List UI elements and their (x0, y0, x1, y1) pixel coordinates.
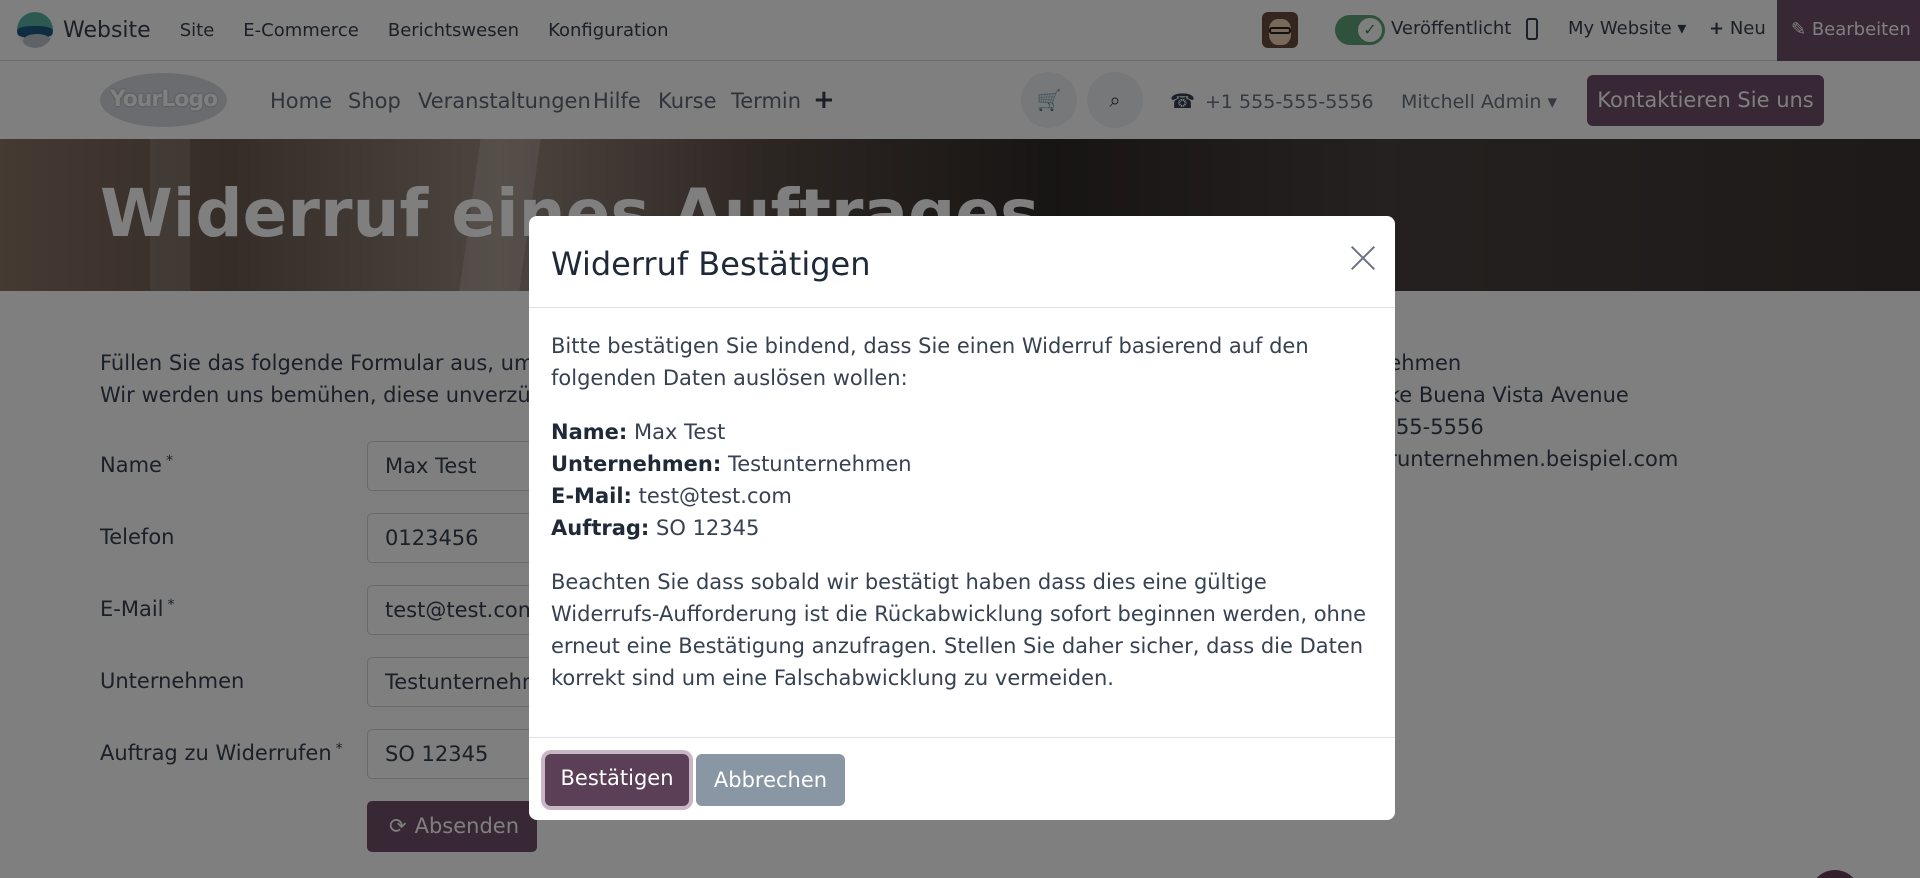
modal-title: Widerruf Bestätigen (551, 245, 871, 283)
detail-key: E-Mail: (551, 484, 632, 508)
detail-value: test@test.com (638, 484, 792, 508)
detail-key: Auftrag: (551, 516, 650, 540)
detail-row: Auftrag: SO 12345 (551, 516, 759, 540)
modal-header: Widerruf Bestätigen (529, 216, 1395, 308)
detail-row: E-Mail: test@test.com (551, 484, 792, 508)
modal-notice: Beachten Sie dass sobald wir bestätigt h… (551, 570, 1367, 690)
modal-intro: Bitte bestätigen Sie bindend, dass Sie e… (551, 334, 1309, 390)
detail-key: Unternehmen: (551, 452, 722, 476)
confirm-button[interactable]: Bestätigen (545, 754, 689, 806)
modal-body: Bitte bestätigen Sie bindend, dass Sie e… (551, 330, 1381, 716)
detail-value: Testunternehmen (727, 452, 912, 476)
modal-footer: Bestätigen Abbrechen (529, 737, 1395, 820)
detail-value: Max Test (633, 420, 726, 444)
detail-row: Name: Max Test (551, 420, 725, 444)
cancel-button[interactable]: Abbrechen (696, 754, 845, 806)
confirm-withdrawal-dialog: Widerruf Bestätigen Bitte bestätigen Sie… (529, 216, 1395, 820)
detail-row: Unternehmen: Testunternehmen (551, 452, 912, 476)
detail-value: SO 12345 (656, 516, 760, 540)
detail-key: Name: (551, 420, 628, 444)
order-details: Name: Max Test Unternehmen: Testunterneh… (551, 416, 1381, 544)
close-icon[interactable] (1349, 244, 1377, 272)
